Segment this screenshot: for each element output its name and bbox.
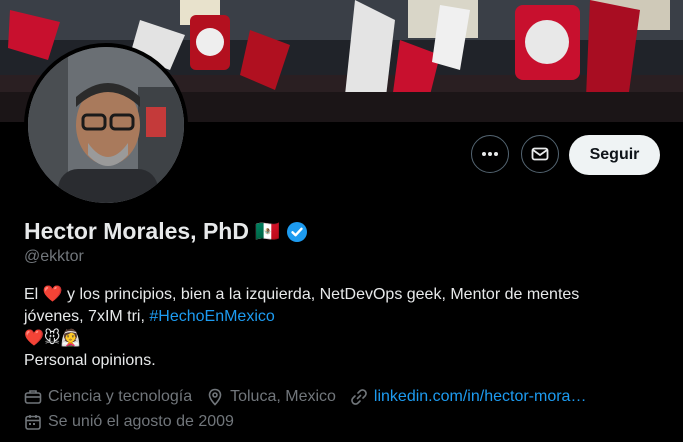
more-dots-icon <box>482 152 498 156</box>
category-text: Ciencia y tecnología <box>48 388 193 405</box>
profile-meta: Ciencia y tecnología Toluca, Mexico link… <box>24 388 600 406</box>
profile-name: Hector Morales, PhD <box>24 218 249 244</box>
website-item[interactable]: linkedin.com/in/hector-mora… <box>350 388 587 406</box>
message-button[interactable] <box>521 135 559 173</box>
bio-text-line4: Personal opinions. <box>24 352 156 369</box>
website-link[interactable]: linkedin.com/in/hector-mora… <box>374 388 587 406</box>
more-button[interactable] <box>471 135 509 173</box>
joined-item: Se unió el agosto de 2009 <box>24 413 234 431</box>
profile-name-row: Hector Morales, PhD 🇲🇽 <box>24 218 308 245</box>
heart-emoji: ❤️ <box>42 286 63 303</box>
profile-joined: Se unió el agosto de 2009 <box>24 413 248 431</box>
bio-emojis: ❤️🐭👰 <box>24 330 81 347</box>
calendar-icon <box>25 415 41 430</box>
briefcase-icon <box>24 390 42 404</box>
hashtag-link[interactable]: #HechoEnMexico <box>149 308 274 325</box>
profile-avatar[interactable] <box>24 43 188 207</box>
category-item: Ciencia y tecnología <box>24 388 192 406</box>
envelope-icon <box>531 147 549 161</box>
joined-text: Se unió el agosto de 2009 <box>48 413 234 430</box>
link-icon <box>351 389 367 405</box>
bio-text-line2: jóvenes, 7xIM tri, <box>24 308 150 325</box>
location-text: Toluca, Mexico <box>230 388 336 405</box>
flag-icon: 🇲🇽 <box>254 221 280 243</box>
verified-badge-icon[interactable] <box>286 221 308 243</box>
follow-button[interactable]: Seguir <box>569 135 660 175</box>
profile-handle: @ekktor <box>24 248 84 265</box>
profile-bio: El ❤️ y los principios, bien a la izquie… <box>24 284 664 372</box>
bio-text-start: El <box>24 286 43 303</box>
location-pin-icon <box>208 388 222 406</box>
location-item: Toluca, Mexico <box>206 388 336 406</box>
bio-text-rest: y los principios, bien a la izquierda, N… <box>62 286 580 303</box>
